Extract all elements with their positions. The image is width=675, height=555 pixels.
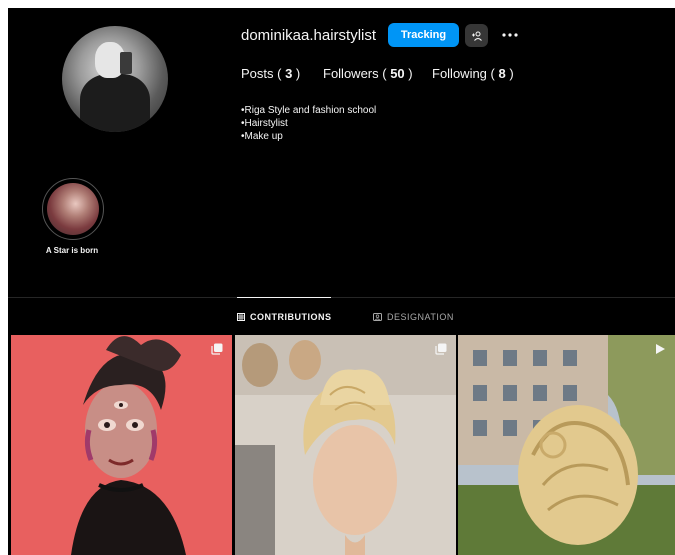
following-count: 8 [498,66,506,81]
post-thumbnail[interactable] [11,335,232,555]
tab-contributions-label: CONTRIBUTIONS [250,312,332,322]
add-user-button[interactable] [465,24,488,47]
grid-icon [237,313,245,321]
more-options-button[interactable] [500,25,520,45]
post-image-updo [235,335,456,555]
story-highlight[interactable] [42,178,104,240]
person-add-icon [471,31,482,41]
followers-stat[interactable]: Followers ( 50 ) [323,66,413,81]
post-image-makeup [11,335,232,555]
carousel-icon [435,343,447,355]
username: dominikaa.hairstylist [241,27,377,44]
following-stat[interactable]: Following ( 8 ) [432,66,514,81]
bio-line: •Riga Style and fashion school [241,105,377,116]
profile-avatar[interactable] [62,26,168,132]
active-tab-indicator [237,297,331,298]
post-thumbnail[interactable] [458,335,675,555]
profile-page: dominikaa.hairstylist Tracking Posts ( 3… [8,8,675,555]
posts-stat[interactable]: Posts ( 3 ) [241,66,300,81]
post-thumbnail[interactable] [235,335,456,555]
play-icon [656,344,665,354]
tab-designation-label: DESIGNATION [387,312,454,322]
posts-label: Posts [241,66,274,81]
bio-line: •Hairstylist [241,118,288,129]
highlight-cover [47,183,99,235]
following-label: Following [432,66,487,81]
bio-line: •Make up [241,131,283,142]
tabs-divider [8,297,675,298]
tab-contributions[interactable]: CONTRIBUTIONS [237,312,332,322]
highlight-label: A Star is born [45,246,99,255]
avatar-phone [120,52,132,74]
followers-count: 50 [390,66,405,81]
profile-bio: •Riga Style and fashion school •Hairstyl… [241,104,376,143]
tagged-user-icon [373,313,382,321]
avatar-figure-body [80,74,150,132]
followers-label: Followers [323,66,379,81]
tab-designation[interactable]: DESIGNATION [373,312,454,322]
more-options-icon [502,33,518,37]
tracking-button[interactable]: Tracking [388,23,459,47]
post-image-braid [458,335,675,555]
posts-count: 3 [285,66,293,81]
carousel-icon [211,343,223,355]
